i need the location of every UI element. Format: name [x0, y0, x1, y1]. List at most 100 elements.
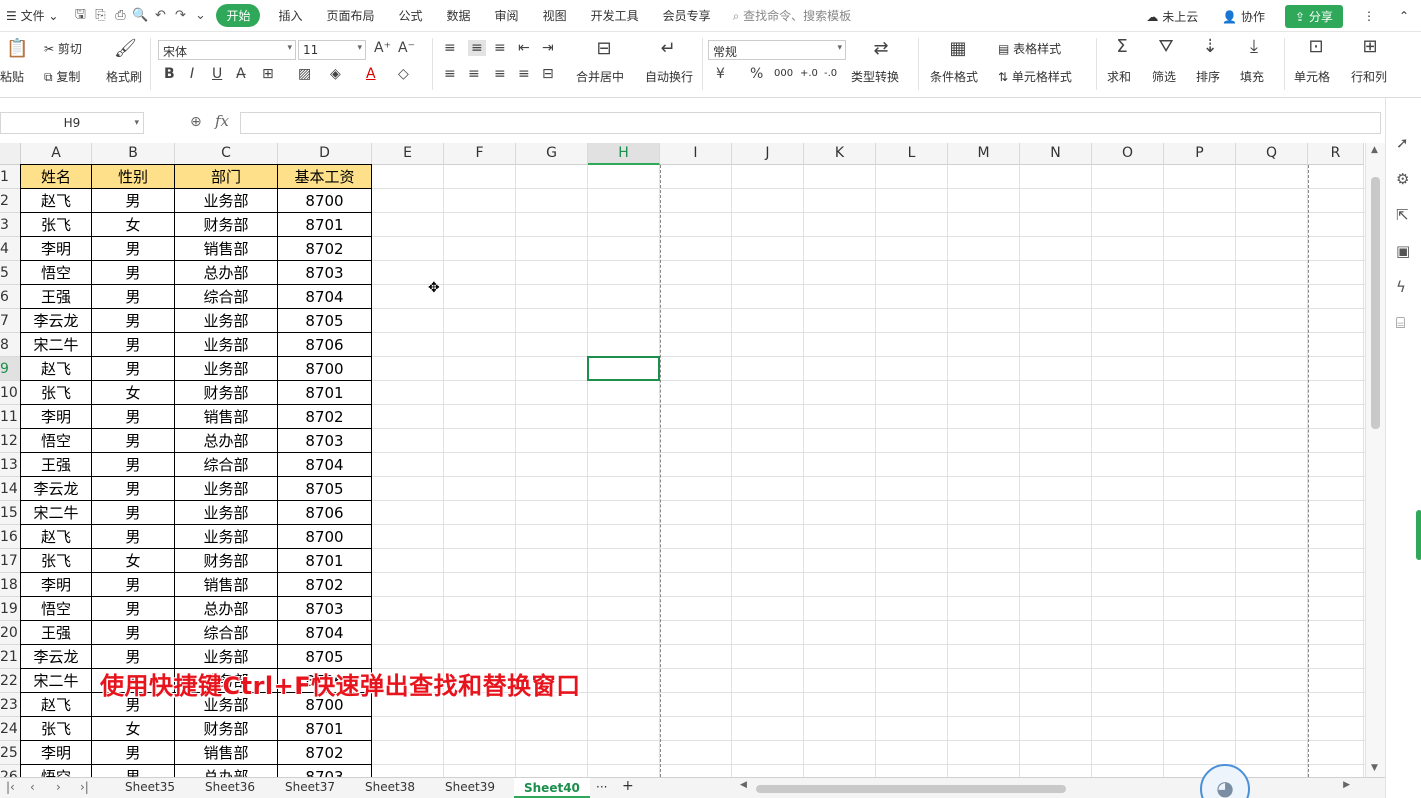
tab-formulas[interactable]: 公式	[387, 7, 435, 24]
table-cell[interactable]: 男	[92, 261, 174, 285]
copy-button[interactable]: ⧉ 复制	[44, 68, 80, 85]
italic-button[interactable]: I	[190, 66, 194, 82]
currency-button[interactable]: ¥	[716, 66, 725, 82]
table-cell[interactable]: 8702	[278, 405, 371, 429]
table-cell[interactable]: 业务部	[175, 525, 277, 549]
side-panel-tab[interactable]	[1416, 510, 1421, 560]
table-cell[interactable]: 业务部	[175, 309, 277, 333]
sheet-tab-37[interactable]: Sheet37	[285, 780, 335, 794]
align-top-icon[interactable]: ≡	[444, 40, 456, 56]
distributed-icon[interactable]: ⊟	[542, 66, 554, 82]
row-header-13[interactable]: 13	[0, 453, 21, 477]
table-cell[interactable]: 男	[92, 573, 174, 597]
filter-button[interactable]: 筛选	[1152, 68, 1176, 85]
table-cell[interactable]: 8703	[278, 597, 371, 621]
table-cell[interactable]: 8701	[278, 213, 371, 237]
border-icon[interactable]: ⊞	[262, 66, 274, 82]
format-painter-icon[interactable]: 🖌	[114, 38, 137, 59]
column-header-i[interactable]: I	[660, 143, 732, 165]
table-cell[interactable]: 女	[92, 381, 174, 405]
table-cell[interactable]: 宋二牛	[21, 669, 91, 693]
table-cell[interactable]: 8706	[278, 501, 371, 525]
export-icon[interactable]: ⎘	[90, 8, 110, 23]
save-icon[interactable]: 🖫	[70, 5, 90, 27]
table-cell[interactable]: 8700	[278, 189, 371, 213]
column-header-g[interactable]: G	[516, 143, 588, 165]
table-cell[interactable]: 男	[92, 597, 174, 621]
row-header-23[interactable]: 23	[0, 693, 21, 717]
scroll-down-icon[interactable]: ▼	[1371, 763, 1378, 773]
table-cell[interactable]: 总办部	[175, 429, 277, 453]
table-style-button[interactable]: ▤ 表格样式	[998, 40, 1061, 57]
font-name-select[interactable]: 宋体 ▾	[158, 40, 296, 60]
next-sheet-icon[interactable]: ›	[56, 780, 61, 794]
column-header-d[interactable]: D	[278, 143, 372, 165]
table-cell[interactable]: 男	[92, 333, 174, 357]
table-cell[interactable]: 宋二牛	[21, 333, 91, 357]
collapse-ribbon-icon[interactable]: ⌃	[1387, 9, 1421, 23]
column-header-k[interactable]: K	[804, 143, 876, 165]
type-convert-icon[interactable]: ⇄	[870, 38, 892, 59]
column-header-c[interactable]: C	[175, 143, 278, 165]
last-sheet-icon[interactable]: ›|	[80, 780, 89, 794]
table-header-cell[interactable]: 姓名	[21, 165, 91, 188]
table-cell[interactable]: 男	[92, 741, 174, 765]
table-cell[interactable]: 8704	[278, 285, 371, 309]
conditional-format-icon[interactable]: ▦	[946, 38, 970, 59]
active-cell-highlight[interactable]	[587, 356, 660, 381]
name-box[interactable]: H9 ▾	[0, 112, 144, 134]
cut-button[interactable]: ✂ 剪切	[44, 40, 82, 57]
table-cell[interactable]: 男	[92, 501, 174, 525]
tab-insert[interactable]: 插入	[266, 7, 314, 24]
first-sheet-icon[interactable]: |‹	[6, 780, 15, 794]
column-header-o[interactable]: O	[1092, 143, 1164, 165]
sum-button[interactable]: 求和	[1107, 68, 1131, 85]
redo-icon[interactable]: ↷	[170, 8, 190, 23]
table-cell[interactable]: 赵飞	[21, 693, 91, 717]
table-cell[interactable]: 8702	[278, 573, 371, 597]
transform-icon[interactable]: ⇱	[1396, 206, 1409, 224]
table-cell[interactable]: 8704	[278, 453, 371, 477]
table-cell[interactable]: 8705	[278, 477, 371, 501]
table-cell[interactable]: 男	[92, 621, 174, 645]
decrease-font-icon[interactable]: A⁻	[398, 40, 415, 56]
row-header-18[interactable]: 18	[0, 573, 21, 597]
row-header-5[interactable]: 5	[0, 261, 21, 285]
table-cell[interactable]: 综合部	[175, 621, 277, 645]
fill-button[interactable]: 填充	[1240, 68, 1264, 85]
lightning-icon[interactable]: ϟ	[1396, 278, 1406, 296]
bold-button[interactable]: B	[164, 66, 175, 82]
table-cell[interactable]: 男	[92, 525, 174, 549]
font-size-select[interactable]: 11 ▾	[298, 40, 366, 60]
image-icon[interactable]: ▣	[1396, 242, 1410, 260]
row-header-1[interactable]: 1	[0, 165, 21, 189]
table-cell[interactable]: 8706	[278, 333, 371, 357]
column-header-e[interactable]: E	[372, 143, 444, 165]
paste-button[interactable]: 粘贴	[0, 68, 24, 85]
column-header-l[interactable]: L	[876, 143, 948, 165]
table-cell[interactable]: 王强	[21, 285, 91, 309]
sheet-tab-35[interactable]: Sheet35	[125, 780, 175, 794]
table-cell[interactable]: 男	[92, 429, 174, 453]
share-button[interactable]: ⇪ 分享	[1285, 4, 1343, 28]
table-cell[interactable]: 业务部	[175, 189, 277, 213]
type-convert-button[interactable]: 类型转换	[851, 68, 899, 85]
row-header-7[interactable]: 7	[0, 309, 21, 333]
table-cell[interactable]: 总办部	[175, 765, 277, 777]
decrease-decimal-button[interactable]: -.0	[824, 68, 837, 79]
table-cell[interactable]: 总办部	[175, 261, 277, 285]
table-cell[interactable]: 李云龙	[21, 645, 91, 669]
table-cell[interactable]: 女	[92, 549, 174, 573]
select-pointer-icon[interactable]: ➚	[1396, 134, 1409, 152]
row-header-19[interactable]: 19	[0, 597, 21, 621]
file-menu[interactable]: ☰ 文件 ⌄	[0, 7, 70, 24]
table-cell[interactable]: 8701	[278, 717, 371, 741]
column-header-a[interactable]: A	[21, 143, 92, 165]
align-bottom-icon[interactable]: ≡	[494, 40, 506, 56]
table-cell[interactable]: 李明	[21, 405, 91, 429]
table-cell[interactable]: 李明	[21, 573, 91, 597]
table-cell[interactable]: 男	[92, 453, 174, 477]
table-cell[interactable]: 张飞	[21, 213, 91, 237]
table-cell[interactable]: 8700	[278, 357, 371, 381]
table-cell[interactable]: 张飞	[21, 717, 91, 741]
